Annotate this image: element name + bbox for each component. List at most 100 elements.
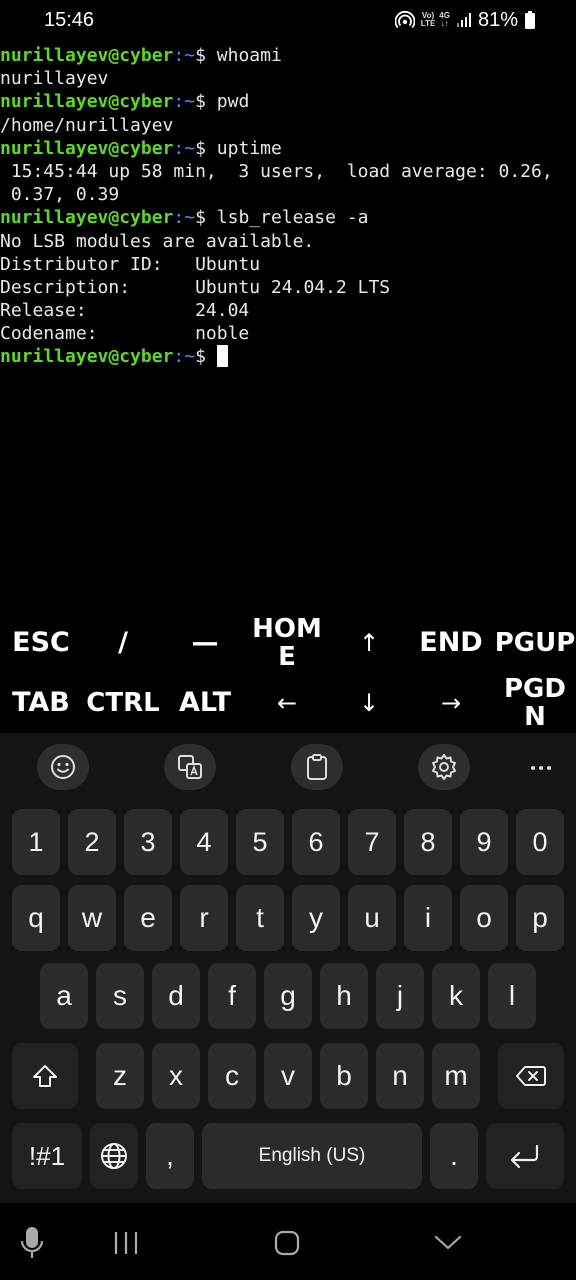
key-s[interactable]: s <box>96 963 144 1029</box>
key-g[interactable]: g <box>264 963 312 1029</box>
terminal-output[interactable]: nurillayev@cyber:~$ whoami nurillayev nuri… <box>0 44 576 624</box>
translate-icon[interactable] <box>164 744 216 790</box>
key-x[interactable]: x <box>152 1043 200 1109</box>
period-key[interactable]: . <box>430 1123 478 1189</box>
left-arrow-key[interactable]: ← <box>246 673 328 733</box>
esc-key[interactable]: ESC <box>0 613 82 673</box>
right-arrow-key[interactable]: → <box>410 673 492 733</box>
pgup-key[interactable]: PGUP <box>494 613 576 673</box>
key-9[interactable]: 9 <box>460 809 508 875</box>
key-z[interactable]: z <box>96 1043 144 1109</box>
key-p[interactable]: p <box>516 885 564 951</box>
terminal-output-line: Distributor ID: Ubuntu <box>0 253 576 276</box>
recents-icon[interactable] <box>106 1225 146 1261</box>
key-6[interactable]: 6 <box>292 809 340 875</box>
prompt-symbol: $ <box>195 346 217 368</box>
ctrl-key[interactable]: CTRL <box>82 673 164 733</box>
pgdn-key[interactable]: PGDN <box>494 673 576 733</box>
prompt-path: :~ <box>173 207 196 229</box>
comma-key[interactable]: , <box>146 1123 194 1189</box>
down-arrow-key[interactable]: ↓ <box>328 673 410 733</box>
key-f[interactable]: f <box>208 963 256 1029</box>
prompt-symbol: $ <box>195 207 217 229</box>
key-l[interactable]: l <box>488 963 536 1029</box>
key-t[interactable]: t <box>236 885 284 951</box>
battery-icon <box>524 11 536 29</box>
shift-key[interactable] <box>12 1043 78 1109</box>
key-q[interactable]: q <box>12 885 60 951</box>
terminal-output-text: Codename: noble <box>0 323 250 345</box>
key-m[interactable]: m <box>432 1043 480 1109</box>
key-e[interactable]: e <box>124 885 172 951</box>
key-a[interactable]: a <box>40 963 88 1029</box>
key-j[interactable]: j <box>376 963 424 1029</box>
key-n[interactable]: n <box>376 1043 424 1109</box>
home-key[interactable]: HOME <box>246 613 328 673</box>
signal-icon <box>456 12 472 28</box>
enter-key[interactable] <box>486 1123 564 1189</box>
up-arrow-key[interactable]: ↑ <box>328 613 410 673</box>
key-k[interactable]: k <box>432 963 480 1029</box>
mic-icon[interactable] <box>12 1225 52 1261</box>
hotspot-icon <box>394 10 415 30</box>
key-w[interactable]: w <box>68 885 116 951</box>
key-h[interactable]: h <box>320 963 368 1029</box>
terminal-output-line: nurillayev <box>0 67 576 90</box>
prompt-user: nurillayev@cyber <box>0 45 174 66</box>
key-5[interactable]: 5 <box>236 809 284 875</box>
key-i[interactable]: i <box>404 885 452 951</box>
key-r[interactable]: r <box>180 885 228 951</box>
home-icon[interactable] <box>267 1225 307 1261</box>
key-v[interactable]: v <box>264 1043 312 1109</box>
alt-key[interactable]: ALT <box>164 673 246 733</box>
hide-keyboard-icon[interactable] <box>428 1225 468 1261</box>
terminal-command: uptime <box>216 137 282 159</box>
terminal-output-text: Release: 24.04 <box>0 300 250 322</box>
dash-key[interactable]: — <box>164 613 246 673</box>
prompt-path: :~ <box>173 45 196 66</box>
language-globe-icon[interactable] <box>90 1123 138 1189</box>
prompt-path: :~ <box>173 346 196 368</box>
key-d[interactable]: d <box>152 963 200 1029</box>
prompt-path: :~ <box>173 91 196 113</box>
terminal-output-text: 0.37, 0.39 <box>0 184 120 206</box>
terminal-output-text: Distributor ID: Ubuntu <box>0 253 261 275</box>
key-0[interactable]: 0 <box>516 809 564 875</box>
keyboard-toolbar <box>0 733 576 803</box>
key-b[interactable]: b <box>320 1043 368 1109</box>
clipboard-icon[interactable] <box>291 744 343 790</box>
status-bar: 15:46 Vo) LTE 4G ↓↑ 81% <box>0 0 576 40</box>
settings-icon[interactable] <box>418 744 470 790</box>
slash-key[interactable]: / <box>82 613 164 673</box>
emoji-icon[interactable] <box>37 744 89 790</box>
key-u[interactable]: u <box>348 885 396 951</box>
key-c[interactable]: c <box>208 1043 256 1109</box>
key-y[interactable]: y <box>292 885 340 951</box>
key-7[interactable]: 7 <box>348 809 396 875</box>
terminal-output-line: Release: 24.04 <box>0 299 576 322</box>
key-3[interactable]: 3 <box>124 809 172 875</box>
terminal-prompt-line: nurillayev@cyber:~$ pwd <box>0 90 576 113</box>
extra-keys-row-1: ESC / — HOME ↑ END PGUP <box>0 613 576 673</box>
prompt-path: :~ <box>173 137 196 159</box>
tab-key[interactable]: TAB <box>0 673 82 733</box>
key-4[interactable]: 4 <box>180 809 228 875</box>
key-1[interactable]: 1 <box>12 809 60 875</box>
key-8[interactable]: 8 <box>404 809 452 875</box>
terminal-output-line: No LSB modules are available. <box>0 230 576 253</box>
end-key[interactable]: END <box>410 613 492 673</box>
extra-keys-row-2: TAB CTRL ALT ← ↓ → PGDN <box>0 673 576 733</box>
backspace-key[interactable] <box>498 1043 564 1109</box>
network-tags: Vo) LTE 4G ↓↑ <box>421 12 450 28</box>
terminal-prompt-line: nurillayev@cyber:~$ uptime <box>0 137 576 160</box>
terminal-output-line: Description: Ubuntu 24.04.2 LTS <box>0 276 576 299</box>
symbols-key[interactable]: !#1 <box>12 1123 82 1189</box>
soft-keyboard: 1 2 3 4 5 6 7 8 9 0 q w e r t y u i o p … <box>0 733 576 1203</box>
more-icon[interactable] <box>526 755 556 781</box>
terminal-output-text: Description: Ubuntu 24.04.2 LTS <box>0 276 391 298</box>
space-bar[interactable]: English (US) <box>202 1123 422 1189</box>
status-time: 15:46 <box>44 9 95 31</box>
key-o[interactable]: o <box>460 885 508 951</box>
prompt-user: nurillayev@cyber <box>0 137 174 159</box>
key-2[interactable]: 2 <box>68 809 116 875</box>
